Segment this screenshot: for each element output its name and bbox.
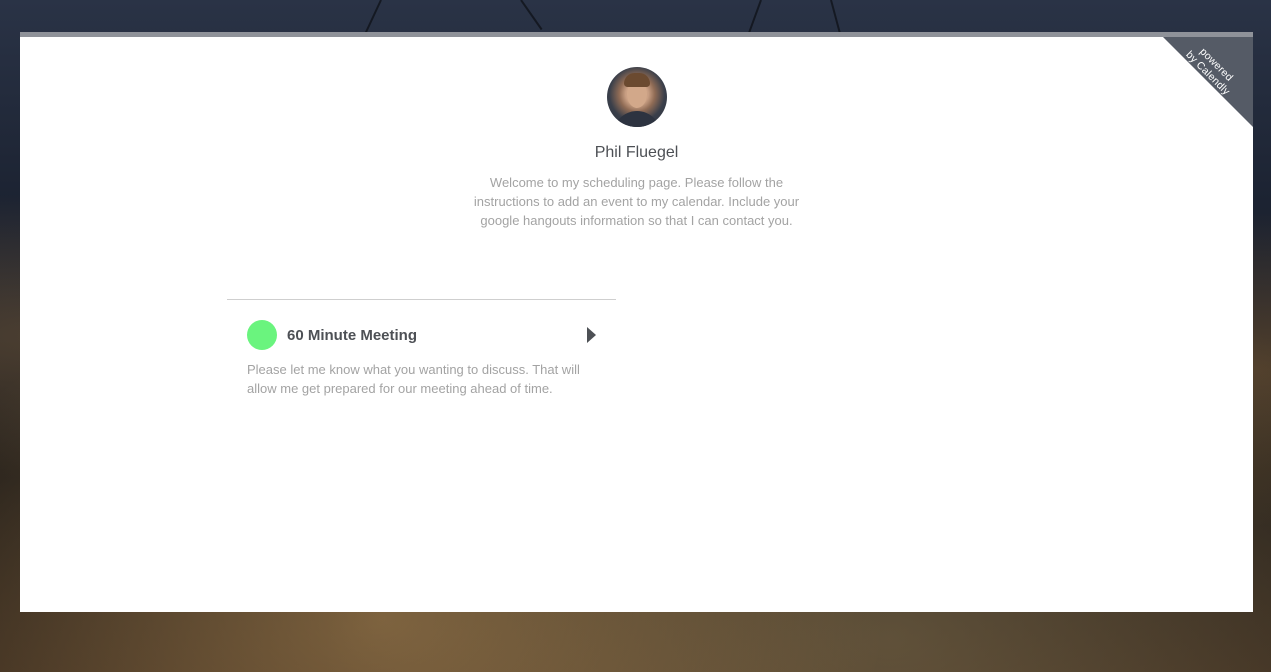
background-branch [830, 0, 842, 36]
chevron-right-icon[interactable] [587, 327, 596, 343]
background-branch [747, 0, 762, 35]
event-description: Please let me know what you wanting to d… [247, 362, 580, 396]
profile-header: Phil Fluegel Welcome to my scheduling pa… [20, 67, 1253, 230]
event-color-dot [247, 320, 277, 350]
avatar [606, 67, 667, 127]
welcome-message: Welcome to my scheduling page. Please fo… [473, 175, 800, 228]
background-branch [520, 0, 543, 31]
background-branch [364, 0, 382, 34]
event-header: 60 Minute Meeting [247, 320, 596, 350]
event-title: 60 Minute Meeting [287, 326, 418, 344]
event-type-60-minute-meeting[interactable]: 60 Minute Meeting Please let me know wha… [227, 300, 616, 430]
profile-name: Phil Fluegel [594, 144, 679, 161]
scheduling-card: powered by Calendly Phil Fluegel Welcome… [20, 32, 1253, 612]
